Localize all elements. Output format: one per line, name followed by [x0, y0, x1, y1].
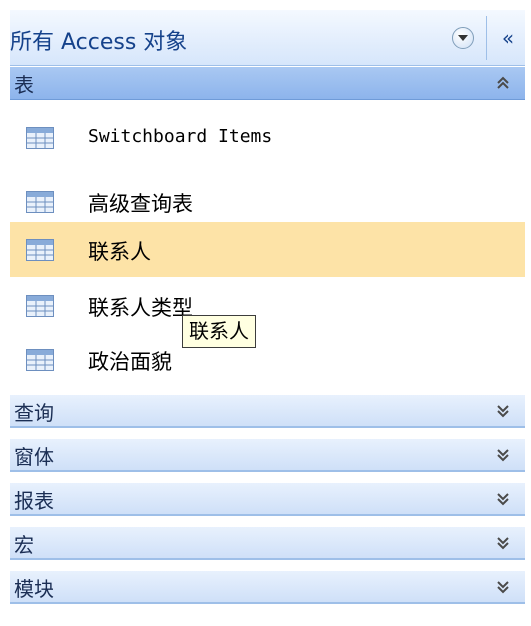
- tooltip: 联系人: [182, 315, 256, 348]
- item-label: 联系人: [88, 240, 151, 264]
- item-label: Switchboard Items: [88, 126, 273, 147]
- table-icon: [26, 295, 54, 317]
- table-icon: [26, 191, 54, 213]
- double-chevron-down-icon[interactable]: [495, 490, 511, 508]
- group-label: 窗体: [14, 445, 54, 469]
- group-header-modules[interactable]: 模块: [10, 570, 525, 604]
- group-header-reports[interactable]: 报表: [10, 482, 525, 516]
- group-header-forms[interactable]: 窗体: [10, 438, 525, 472]
- item-label: 政治面貌: [88, 350, 172, 374]
- double-chevron-down-icon[interactable]: [495, 446, 511, 464]
- group-label: 模块: [14, 577, 54, 601]
- list-item-switchboard-items[interactable]: Switchboard Items: [10, 110, 525, 165]
- list-item-advanced-query-table[interactable]: 高级查询表: [10, 174, 525, 229]
- chevron-down-circle-icon[interactable]: [452, 27, 474, 49]
- group-label: 查询: [14, 401, 54, 425]
- list-item-political-status[interactable]: 政治面貌: [10, 332, 525, 387]
- item-label: 高级查询表: [88, 192, 193, 216]
- group-header-queries[interactable]: 查询: [10, 394, 525, 428]
- group-header-tables[interactable]: 表: [10, 66, 525, 100]
- double-chevron-up-icon[interactable]: [495, 74, 511, 92]
- list-item-contacts[interactable]: 联系人: [10, 222, 525, 277]
- navigation-pane: 所有 Access 对象 « 表 Switchboard Items 高级查询表: [10, 10, 525, 616]
- double-chevron-down-icon[interactable]: [495, 578, 511, 596]
- header-divider: [486, 16, 487, 60]
- group-label: 宏: [14, 533, 34, 557]
- navigation-pane-header[interactable]: 所有 Access 对象 «: [10, 10, 525, 66]
- group-label: 报表: [14, 489, 54, 513]
- table-icon: [26, 239, 54, 261]
- double-chevron-down-icon[interactable]: [495, 402, 511, 420]
- list-item-contact-types[interactable]: 联系人类型: [10, 278, 525, 333]
- double-chevron-left-icon[interactable]: «: [496, 26, 520, 50]
- item-label: 联系人类型: [88, 296, 193, 320]
- pane-title[interactable]: 所有 Access 对象: [10, 24, 187, 56]
- table-icon: [26, 127, 54, 149]
- group-label: 表: [14, 73, 34, 97]
- double-chevron-down-icon[interactable]: [495, 534, 511, 552]
- table-icon: [26, 349, 54, 371]
- group-header-macros[interactable]: 宏: [10, 526, 525, 560]
